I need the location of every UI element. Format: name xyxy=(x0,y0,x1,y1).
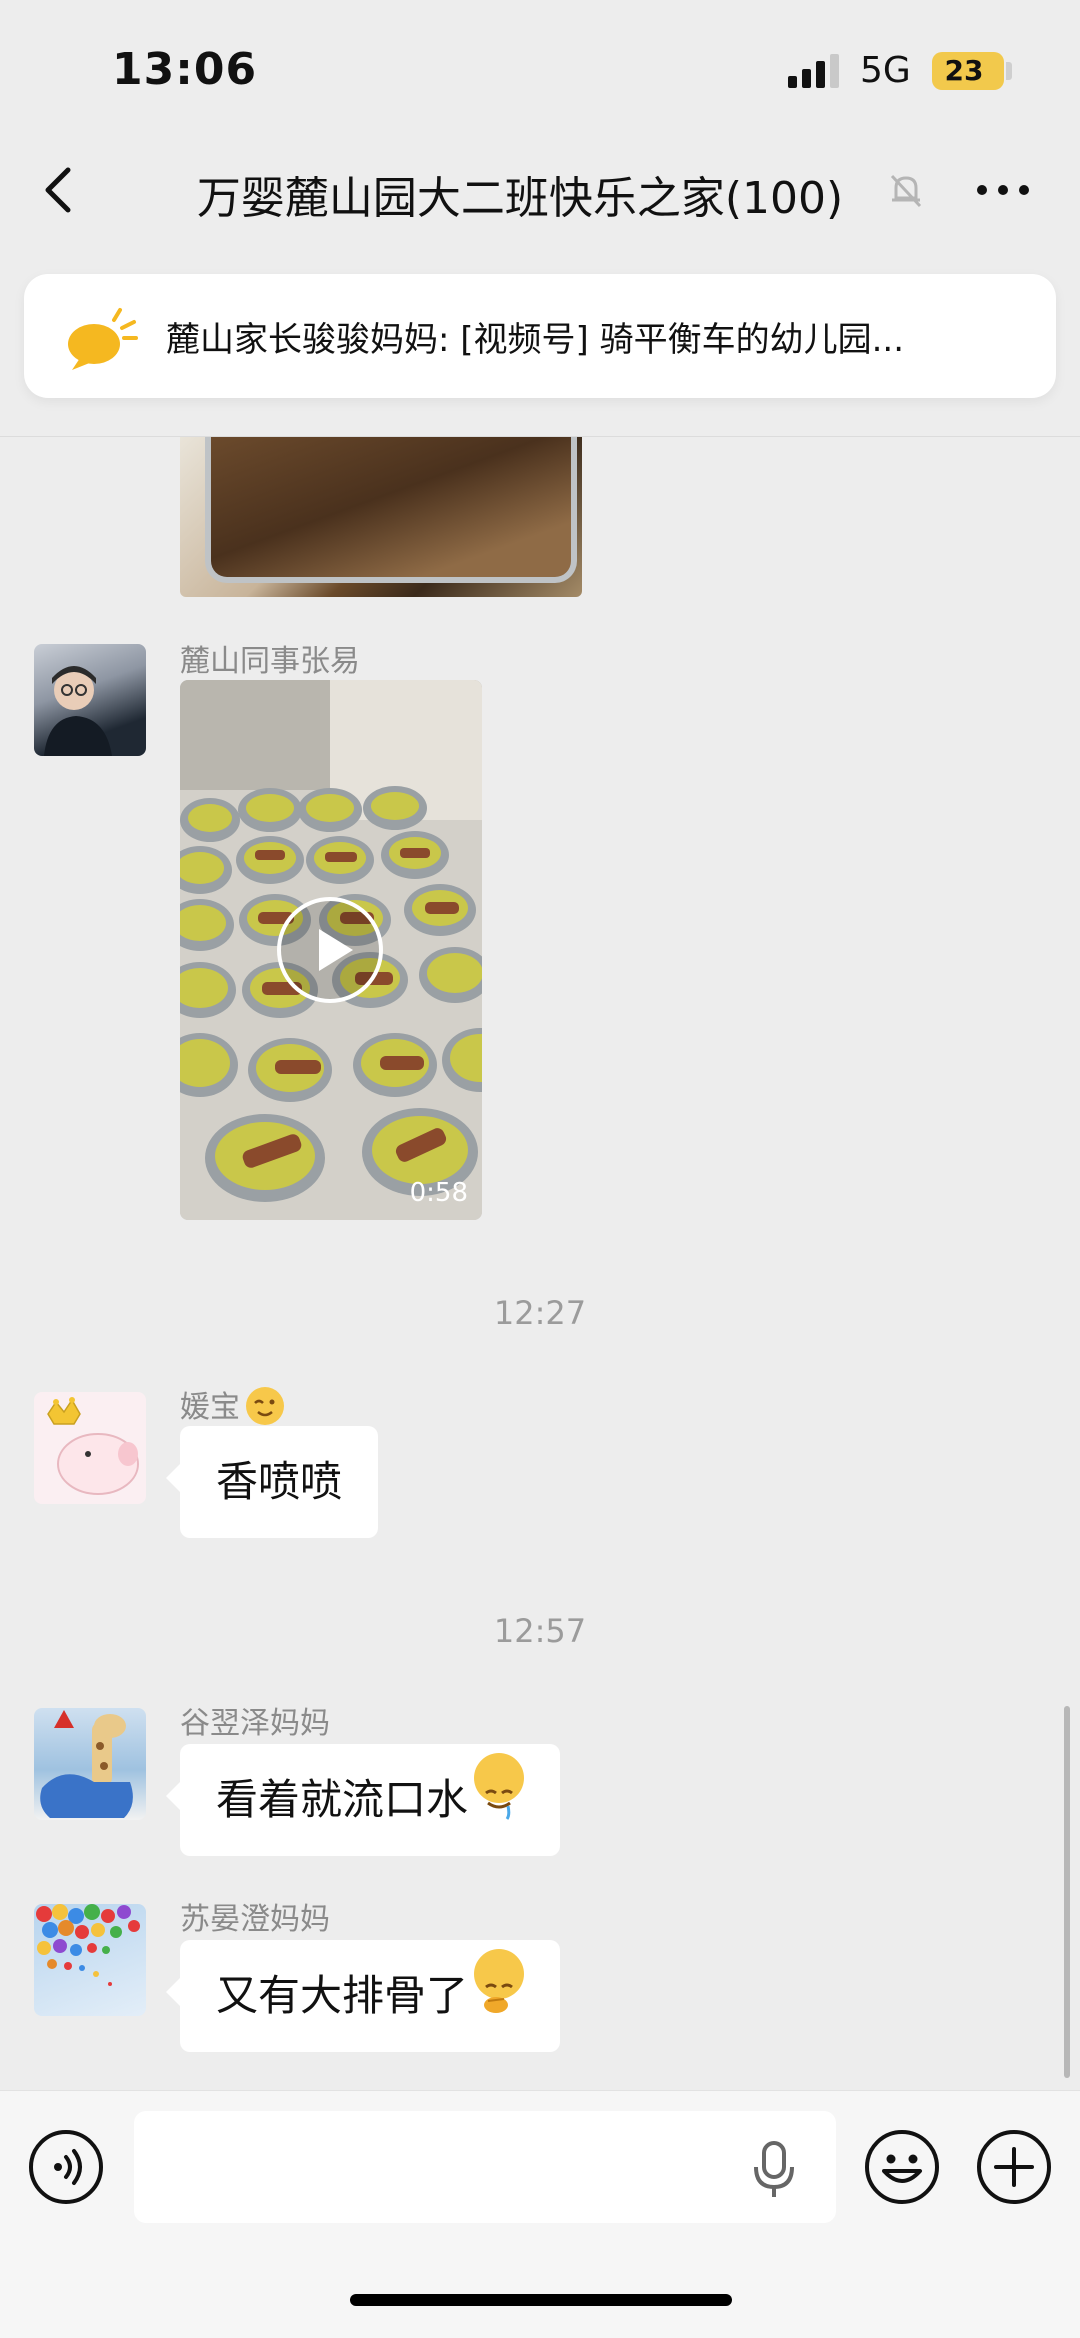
sender-name: 麓山同事张易 xyxy=(180,644,360,679)
message-bubble[interactable]: 香喷喷 xyxy=(165,1426,379,1538)
image-message[interactable] xyxy=(180,437,582,597)
wink-emoji-icon xyxy=(246,1387,284,1425)
home-indicator[interactable] xyxy=(350,2294,732,2306)
sender-name: 媛宝 xyxy=(180,1382,284,1426)
status-bar: 13:06 5G 23 xyxy=(0,0,1080,140)
message-text: 香喷喷 xyxy=(216,1457,343,1506)
sender-name-text: 媛宝 xyxy=(180,1390,240,1425)
timestamp: 12:27 xyxy=(493,1294,587,1332)
message-input[interactable] xyxy=(134,2111,836,2223)
avatar-portrait xyxy=(44,666,112,756)
sender-name: 谷翌泽妈妈 xyxy=(180,1706,330,1741)
plus-icon[interactable] xyxy=(976,2129,1052,2205)
avatar[interactable] xyxy=(34,1708,146,1820)
network-label: 5G xyxy=(860,50,911,91)
scrollbar[interactable] xyxy=(1064,1706,1070,2078)
message-text: 又有大排骨了 xyxy=(216,1971,469,2020)
sender-name: 苏晏澄妈妈 xyxy=(180,1902,330,1937)
voice-icon[interactable] xyxy=(28,2129,104,2205)
message-bubble[interactable]: 看着就流口水 xyxy=(165,1744,561,1856)
drooling-face-emoji-icon xyxy=(474,1753,525,1820)
avatar[interactable] xyxy=(34,1904,146,2016)
battery-icon: 23 xyxy=(932,52,1004,90)
avatar-giraffe-toy xyxy=(40,1710,133,1818)
emoji-icon[interactable] xyxy=(864,2129,940,2205)
status-time: 13:06 xyxy=(112,44,258,95)
food-tray-image xyxy=(205,437,577,583)
play-icon[interactable] xyxy=(275,895,385,1005)
message-bubble[interactable]: 又有大排骨了 xyxy=(165,1940,561,2052)
pinned-message[interactable]: 麓山家长骏骏妈妈: [视频号] 骑平衡车的幼儿园... xyxy=(24,274,1056,398)
video-duration: 0:58 xyxy=(409,1178,468,1208)
battery-nub xyxy=(1006,62,1012,80)
avatar-pig-cartoon xyxy=(47,1397,139,1495)
chevron-left-icon[interactable] xyxy=(30,160,90,220)
speech-burst-icon xyxy=(68,308,138,370)
signal-icon xyxy=(788,54,839,88)
message-text: 看着就流口水 xyxy=(216,1775,469,1824)
thinking-hand-over-mouth-emoji-icon xyxy=(474,1949,525,2013)
avatar[interactable] xyxy=(34,644,146,756)
avatar[interactable] xyxy=(34,1392,146,1504)
chat-title: 万婴麓山园大二班快乐之家(100) xyxy=(196,173,844,224)
video-message[interactable]: 0:58 xyxy=(180,680,482,1220)
bell-slash-icon xyxy=(890,174,922,208)
chat-header: 万婴麓山园大二班快乐之家(100) xyxy=(0,140,1080,260)
timestamp: 12:57 xyxy=(493,1612,587,1650)
battery-level: 23 xyxy=(944,54,984,87)
avatar-balloons xyxy=(36,1904,140,1986)
pinned-message-text: 麓山家长骏骏妈妈: [视频号] 骑平衡车的幼儿园... xyxy=(166,320,905,360)
more-dots-icon[interactable] xyxy=(968,160,1038,220)
mic-icon[interactable] xyxy=(752,2139,796,2199)
